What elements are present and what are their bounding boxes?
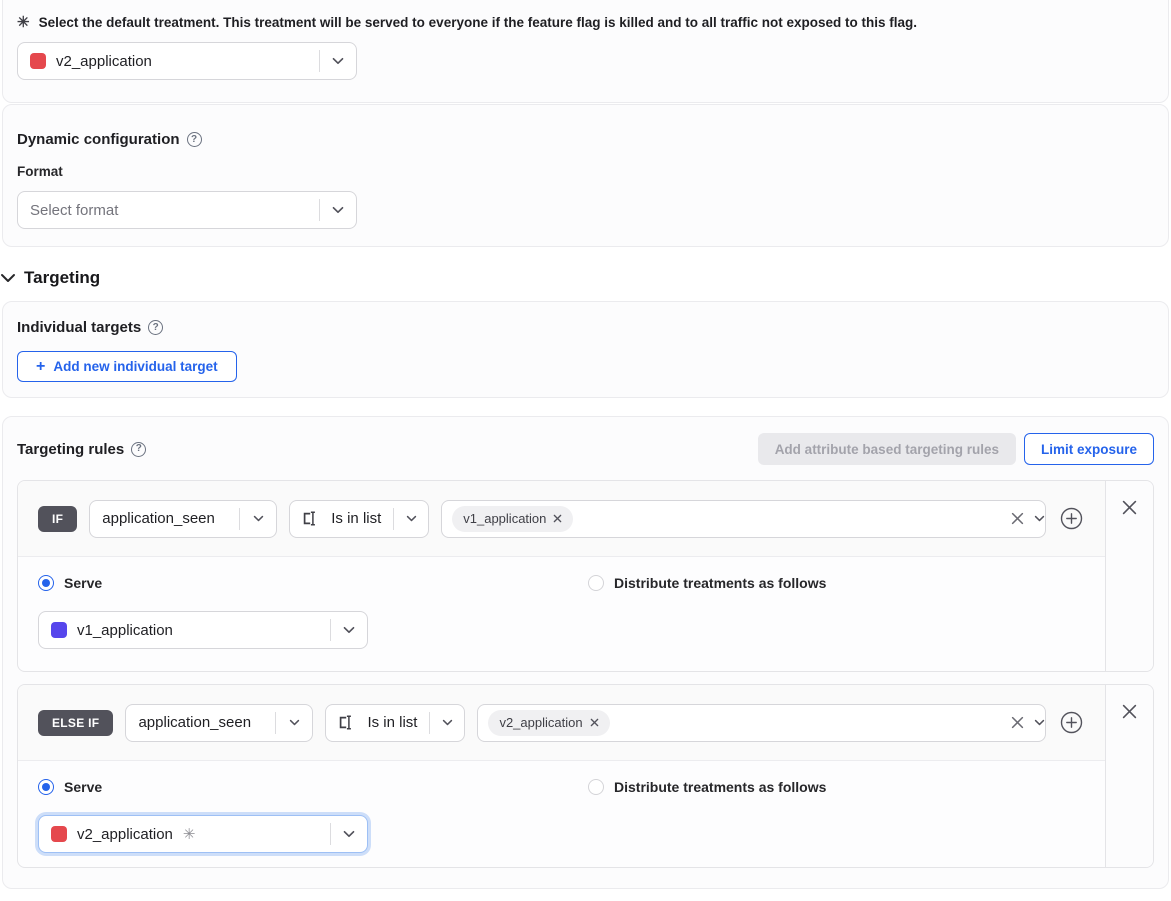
rule-keyword-badge: IF [38,506,77,532]
serve-label: Serve [64,779,102,795]
radio-unselected-icon[interactable] [588,779,604,795]
clear-values-icon[interactable] [1000,501,1034,537]
chevron-down-icon[interactable] [1034,515,1045,522]
default-treatment-select[interactable]: v2_application [17,42,357,80]
value-chip: v1_application [452,506,573,532]
rule-keyword-badge: ELSE IF [38,710,113,736]
chevron-down-icon[interactable] [331,816,367,852]
chevron-down-icon[interactable] [240,501,276,537]
chevron-down-icon[interactable] [0,273,16,283]
individual-targets-title-text: Individual targets [17,319,141,336]
attribute-value: application_seen [102,510,215,527]
help-icon[interactable]: ? [131,442,146,457]
dynamic-configuration-title: Dynamic configuration ? [17,131,1154,148]
targeting-section-header[interactable]: Targeting [0,247,1171,301]
targeting-rule-card: ELSE IF application_seen [17,684,1154,868]
serve-label: Serve [64,575,102,591]
targeting-title: Targeting [24,268,100,288]
serve-radio-option[interactable]: Serve [38,779,588,795]
distribute-label: Distribute treatments as follows [614,575,826,591]
individual-targets-title: Individual targets ? [17,319,1154,336]
matcher-select[interactable]: Is in list [325,704,465,742]
attribute-value: application_seen [138,714,251,731]
default-treatment-asterisk-icon: ✳ [183,825,196,843]
serve-treatment-select[interactable]: v1_application [38,611,368,649]
chip-remove-icon[interactable] [553,514,562,523]
rule-condition-row: IF application_seen [18,481,1105,557]
attribute-select[interactable]: application_seen [89,500,277,538]
add-individual-target-button[interactable]: + Add new individual target [17,351,237,382]
distribute-radio-option[interactable]: Distribute treatments as follows [588,575,826,591]
targeting-rule-card: IF application_seen [17,480,1154,672]
clear-values-icon[interactable] [1000,705,1034,741]
value-chip: v2_application [488,710,609,736]
rule-condition-row: ELSE IF application_seen [18,685,1105,761]
individual-targets-section: Individual targets ? + Add new individua… [2,301,1169,398]
chevron-down-icon[interactable] [331,612,367,648]
serve-radio-option[interactable]: Serve [38,575,588,591]
value-chip-label: v1_application [463,511,546,526]
matcher-values-input[interactable]: v2_application [477,704,1046,742]
remove-rule-icon[interactable] [1120,498,1139,671]
treatment-color-swatch [30,53,46,69]
format-label: Format [17,164,1154,179]
limit-exposure-button[interactable]: Limit exposure [1024,433,1154,465]
radio-unselected-icon[interactable] [588,575,604,591]
matcher-values-input[interactable]: v1_application [441,500,1046,538]
treatment-color-swatch [51,826,67,842]
chip-remove-icon[interactable] [590,718,599,727]
serve-treatment-select[interactable]: v2_application ✳ [38,815,368,853]
rule-serve-area: Serve Distribute treatments as follows v… [18,761,1105,867]
serve-treatment-value: v2_application [77,826,173,843]
asterisk-icon: ✳ [17,15,30,30]
radio-selected-icon[interactable] [38,575,54,591]
format-select[interactable]: Select format [17,191,357,229]
attribute-select[interactable]: application_seen [125,704,313,742]
chevron-down-icon[interactable] [1034,719,1045,726]
targeting-rules-title: Targeting rules ? [17,441,758,458]
matcher-value: Is in list [331,510,381,527]
default-treatment-section: ✳ Select the default treatment. This tre… [2,0,1169,103]
string-matcher-icon [302,511,321,526]
string-matcher-icon [338,715,357,730]
add-individual-target-label: Add new individual target [53,359,217,374]
dynamic-configuration-title-text: Dynamic configuration [17,131,180,148]
remove-rule-icon[interactable] [1120,702,1139,867]
add-attribute-rules-button[interactable]: Add attribute based targeting rules [758,433,1016,465]
chevron-down-icon[interactable] [276,705,312,741]
treatment-color-swatch [51,622,67,638]
distribute-radio-option[interactable]: Distribute treatments as follows [588,779,826,795]
format-select-placeholder: Select format [30,202,118,219]
value-chip-label: v2_application [499,715,582,730]
plus-icon: + [36,358,45,376]
rule-side-column [1105,685,1153,867]
chevron-down-icon[interactable] [394,501,428,537]
help-icon[interactable]: ? [187,132,202,147]
chevron-down-icon[interactable] [430,705,464,741]
default-treatment-value: v2_application [56,53,152,70]
dynamic-configuration-section: Dynamic configuration ? Format Select fo… [2,104,1169,247]
add-condition-icon[interactable] [1058,505,1085,532]
radio-selected-icon[interactable] [38,779,54,795]
help-icon[interactable]: ? [148,320,163,335]
default-treatment-note: ✳ Select the default treatment. This tre… [17,15,1154,30]
serve-treatment-value: v1_application [77,622,173,639]
targeting-rules-header: Targeting rules ? Add attribute based ta… [17,433,1154,465]
add-condition-icon[interactable] [1058,709,1085,736]
rule-serve-area: Serve Distribute treatments as follows v… [18,557,1105,671]
targeting-rules-title-text: Targeting rules [17,441,124,458]
targeting-rules-section: Targeting rules ? Add attribute based ta… [2,416,1169,889]
chevron-down-icon[interactable] [320,192,356,228]
distribute-label: Distribute treatments as follows [614,779,826,795]
matcher-select[interactable]: Is in list [289,500,429,538]
rule-side-column [1105,481,1153,671]
matcher-value: Is in list [367,714,417,731]
default-treatment-note-text: Select the default treatment. This treat… [39,15,917,30]
chevron-down-icon[interactable] [320,43,356,79]
